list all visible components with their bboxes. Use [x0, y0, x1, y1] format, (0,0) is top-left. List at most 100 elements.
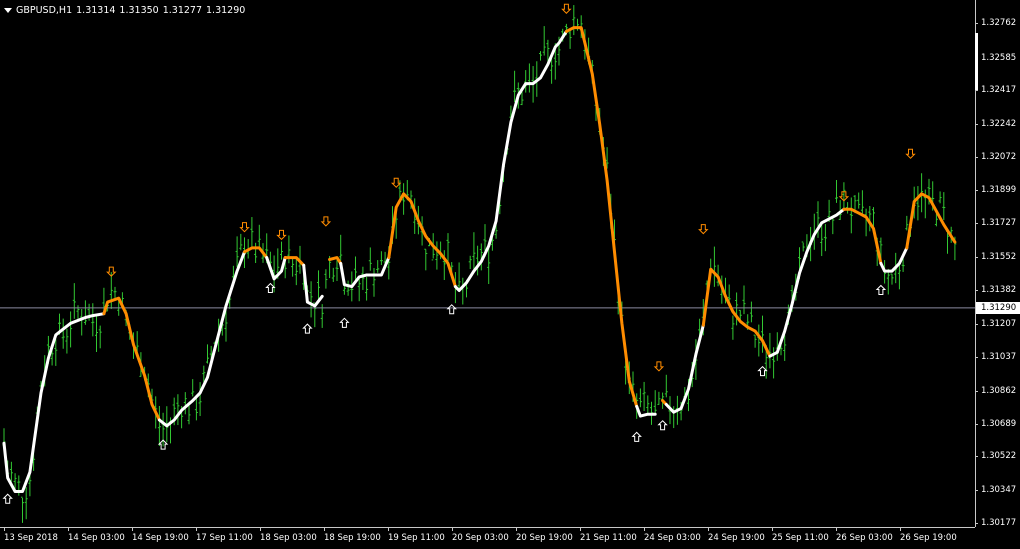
scroll-indicator[interactable]: [975, 33, 978, 90]
price-bar: [783, 335, 787, 361]
time-tick: 25 Sep 11:00: [772, 528, 829, 543]
price-bar: [402, 183, 406, 215]
price-bar: [98, 325, 102, 349]
sell-arrow-icon: [905, 148, 916, 159]
price-tick: 1.30862: [974, 385, 1017, 396]
price-bar: [291, 257, 295, 277]
price-bar: [542, 26, 546, 56]
price-bar: [572, 5, 576, 36]
price-bar: [513, 70, 517, 103]
price-bar: [753, 334, 757, 348]
price-bar: [72, 283, 76, 319]
buy-arrow-icon: [757, 365, 768, 377]
price-bar: [527, 63, 531, 93]
price-bar: [801, 241, 805, 252]
price-tick: 1.30689: [974, 419, 1017, 430]
time-tick: 26 Sep 19:00: [900, 528, 957, 543]
price-bar: [823, 223, 827, 252]
price-bar: [365, 276, 369, 301]
price-bar: [61, 318, 65, 349]
time-tick: 20 Sep 03:00: [452, 528, 509, 543]
trend-segment-up: [265, 256, 287, 281]
buy-arrow-icon: [265, 282, 276, 294]
price-bar: [361, 266, 365, 290]
price-bar: [835, 180, 838, 203]
price-bar: [461, 277, 465, 305]
time-tick: 14 Sep 03:00: [68, 528, 125, 543]
menu-arrow-icon[interactable]: [4, 7, 12, 13]
price-bar: [372, 267, 376, 297]
price-bar: [376, 260, 380, 273]
sell-arrow-icon: [239, 222, 250, 233]
price-bar: [280, 241, 283, 260]
price-bar: [539, 51, 542, 61]
price-bar: [317, 270, 320, 302]
time-tick: 19 Sep 11:00: [388, 528, 445, 543]
price-tick: 1.32242: [974, 118, 1017, 129]
price-bar: [761, 315, 764, 353]
price-bar: [346, 280, 350, 296]
price-bar: [731, 315, 735, 340]
price-tick: 1.30347: [974, 485, 1017, 496]
plot-area[interactable]: [0, 0, 975, 527]
trend-segment-down: [564, 26, 639, 408]
price-tick: 1.31207: [974, 318, 1017, 329]
price-bar: [21, 496, 24, 523]
time-tick: 13 Sep 2018: [4, 528, 58, 543]
time-tick: 24 Sep 03:00: [644, 528, 701, 543]
time-tick: 18 Sep 03:00: [260, 528, 317, 543]
price-tick: 1.31899: [974, 185, 1017, 196]
price-bar: [749, 301, 753, 323]
price-bar: [446, 233, 450, 262]
price-bar: [65, 328, 69, 354]
price-axis[interactable]: 1.32762 1.32585 1.32417 1.32242 1.32072 1.318…: [974, 0, 1020, 528]
price-bar: [368, 247, 372, 271]
price-bar: [476, 245, 480, 276]
buy-arrow-icon: [339, 317, 350, 328]
sell-arrow-icon: [698, 224, 709, 235]
trend-segment-up: [302, 263, 324, 308]
price-bar: [757, 324, 761, 357]
price-bar: [339, 234, 343, 261]
time-tick: 24 Sep 19:00: [708, 528, 765, 543]
price-bar: [239, 233, 243, 251]
sell-arrow-icon: [320, 216, 332, 227]
time-axis[interactable]: 13 Sep 2018 14 Sep 03:00 14 Sep 19:00 17 Se…: [0, 527, 975, 549]
trend-segment-down: [283, 256, 306, 267]
signal-arrows: [2, 3, 916, 504]
buy-arrow-icon: [631, 431, 642, 442]
price-bar: [735, 292, 739, 326]
price-bar: [857, 192, 861, 209]
price-bar: [191, 379, 195, 397]
price-tick: 1.32072: [974, 151, 1017, 162]
price-tick: 1.31382: [974, 285, 1017, 296]
price-bar: [642, 381, 646, 412]
ohlc-low: 1.31277: [162, 4, 203, 16]
price-bar: [938, 191, 942, 204]
price-bar: [638, 388, 642, 408]
chart-window[interactable]: GBPUSD,H1 1.31314 1.31350 1.31277 1.3129…: [0, 0, 1020, 549]
price-bar: [524, 70, 528, 93]
trend-segment-up: [453, 29, 568, 292]
price-bar: [424, 248, 428, 271]
price-bar: [95, 314, 98, 352]
price-bar: [890, 273, 894, 285]
trend-segment-up: [2, 312, 106, 493]
buy-arrow-icon: [657, 420, 668, 431]
time-tick: 14 Sep 19:00: [132, 528, 189, 543]
price-bar: [550, 58, 554, 84]
price-tick: 1.32762: [974, 18, 1017, 29]
buy-arrow-icon: [2, 493, 13, 504]
sell-arrow-icon: [653, 361, 665, 372]
price-bar: [309, 281, 313, 318]
price-bar: [864, 208, 868, 237]
price-tick: 1.31552: [974, 252, 1017, 263]
price-bar: [24, 487, 28, 520]
price-bar: [83, 300, 87, 325]
price-bar: [772, 347, 776, 379]
time-tick: 18 Sep 19:00: [324, 528, 381, 543]
price-bar: [324, 269, 328, 289]
symbol-header: GBPUSD,H1 1.31314 1.31350 1.31277 1.3129…: [4, 3, 245, 17]
price-tick: 1.31037: [974, 351, 1017, 362]
price-tick: 1.32585: [974, 52, 1017, 63]
